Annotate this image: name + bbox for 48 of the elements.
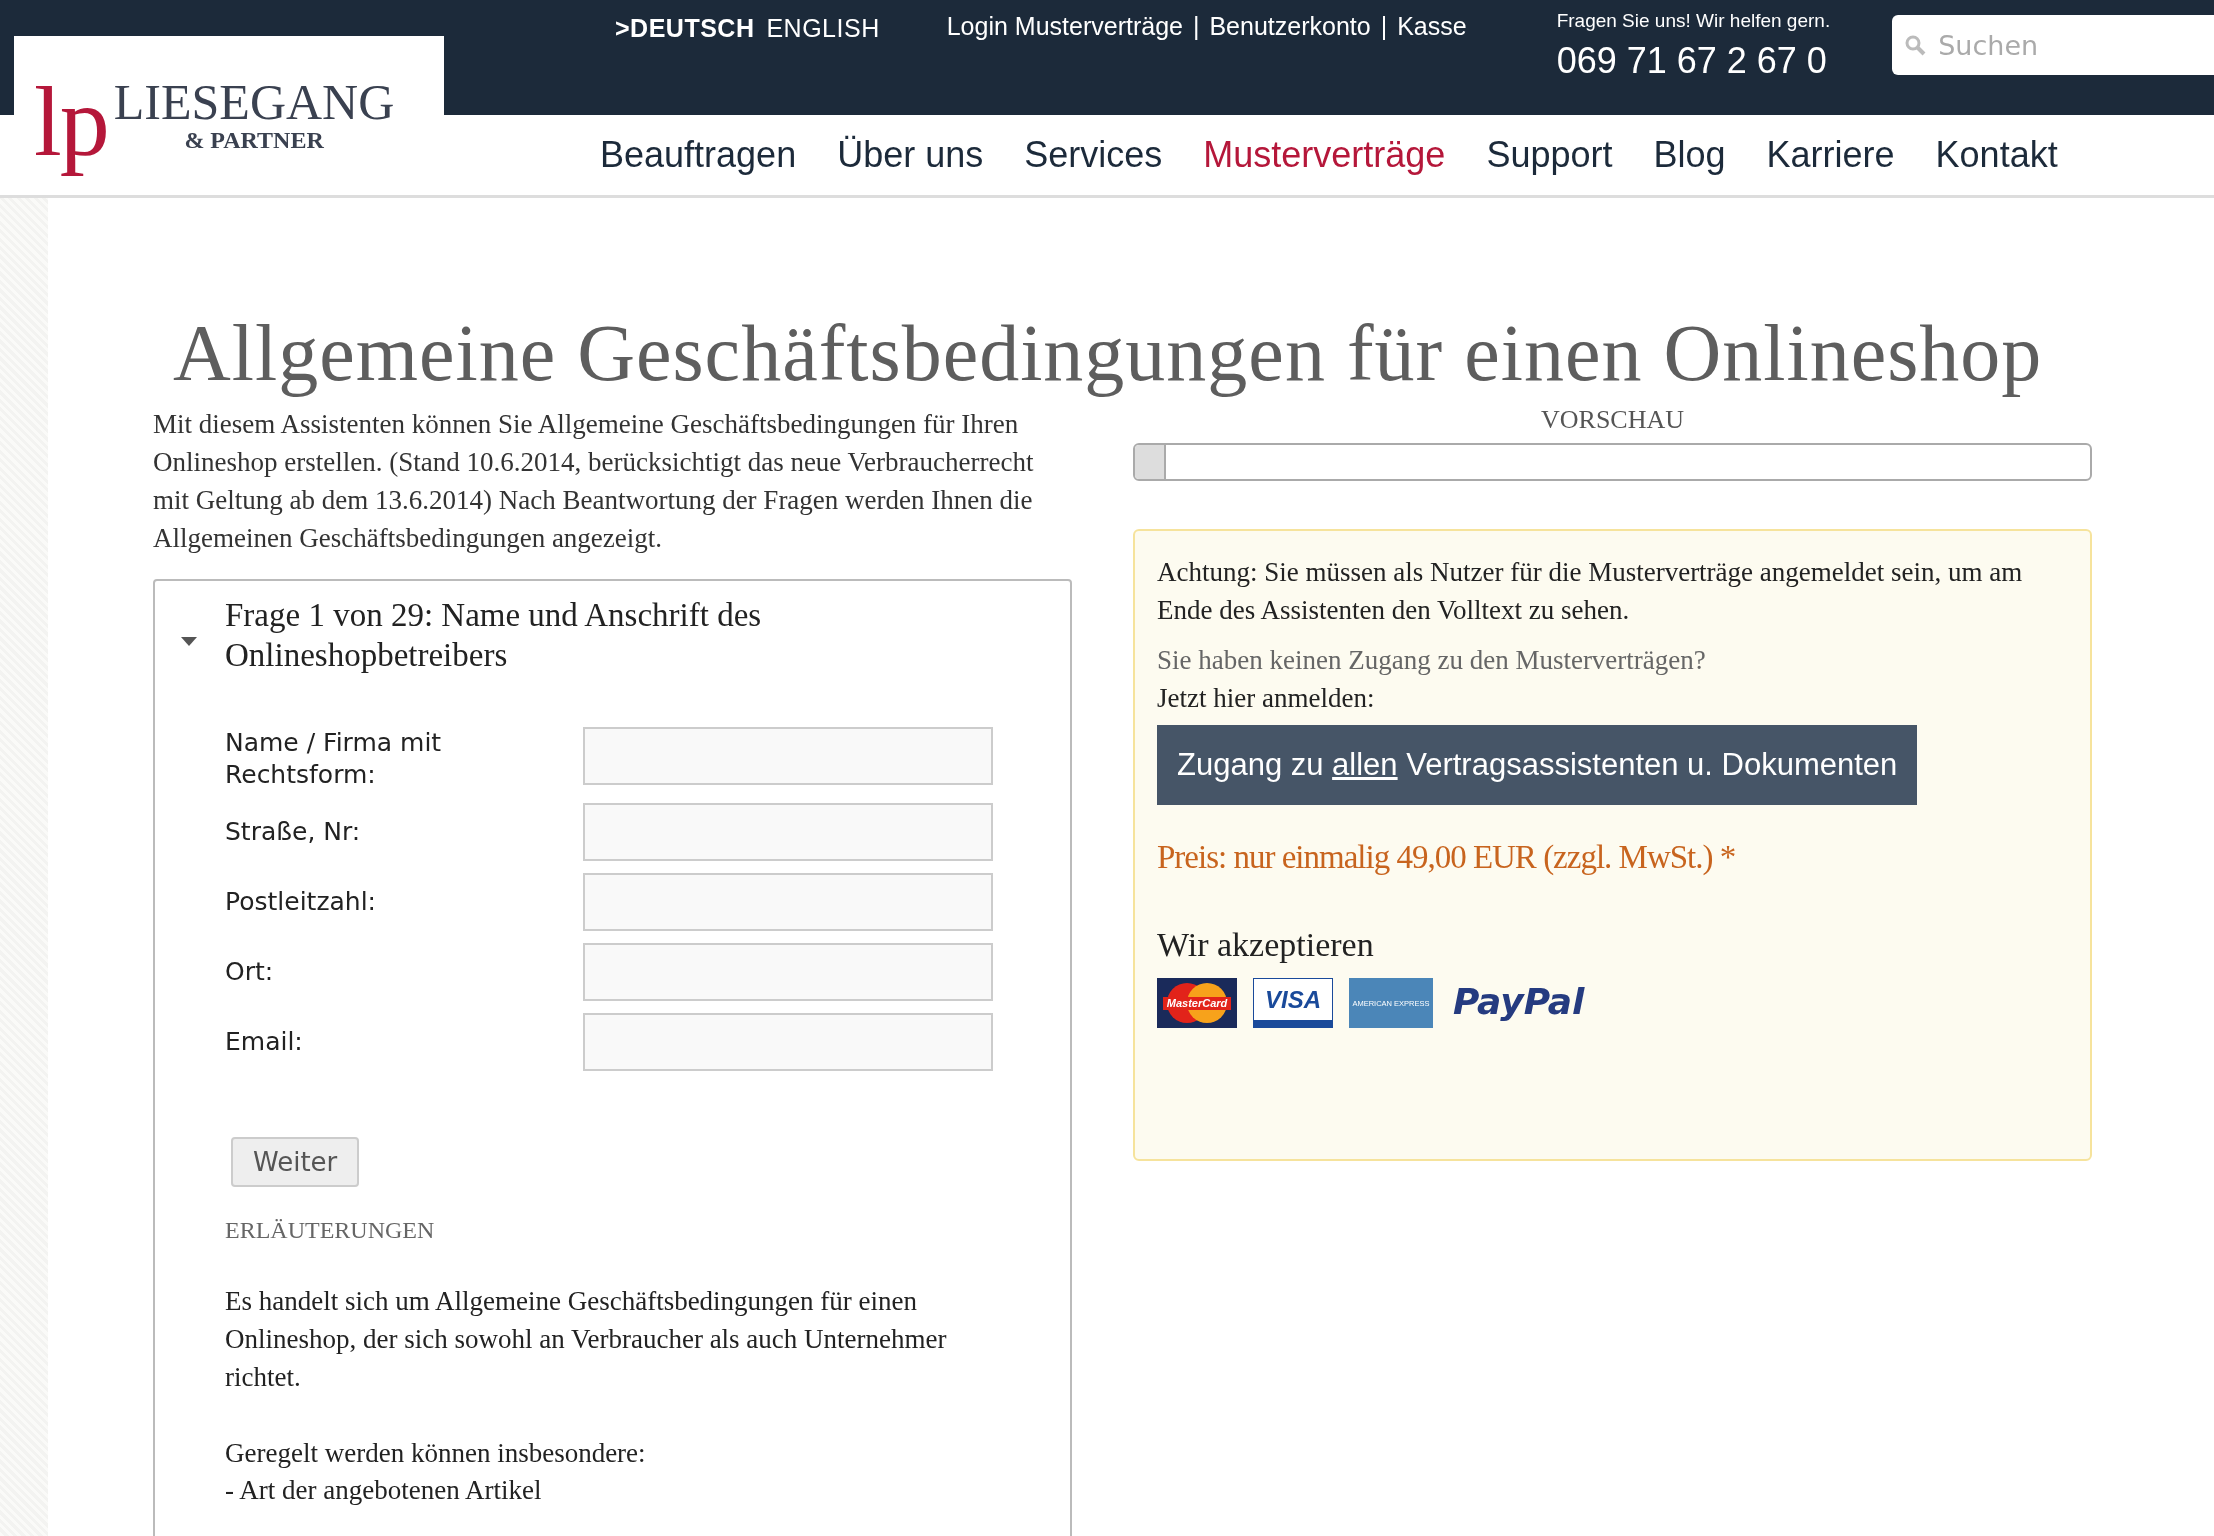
search-icon [1904, 34, 1927, 56]
field-label: Postleitzahl: [225, 886, 378, 918]
section-heading: ERLÄUTERUNGEN [225, 1217, 436, 1244]
next-button[interactable]: Weiter [231, 1137, 360, 1187]
input-field[interactable] [583, 943, 993, 1001]
nav-link[interactable]: Musterverträge [1203, 134, 1446, 176]
input-field[interactable] [583, 873, 993, 931]
nav-link[interactable]: Über uns [837, 134, 984, 176]
language-link[interactable]: ENGLISH [766, 14, 880, 115]
language-link[interactable]: >DEUTSCH [615, 14, 755, 115]
nav-link[interactable]: Kontakt [1935, 134, 2058, 176]
link-separator: | [1192, 12, 1200, 42]
explanation-text: Geregelt werden können insbesondere: [225, 1437, 647, 1470]
account-link[interactable]: Login Musterverträge [946, 12, 1183, 115]
caret-icon[interactable] [181, 637, 197, 647]
accept-heading: Wir akzeptieren [1157, 926, 1375, 964]
payment-logo: MasterCard [1157, 978, 1237, 1028]
field-label: Name / Firma mit Rechtsform: [225, 727, 443, 791]
search-field[interactable]: Suchen [1892, 15, 2214, 75]
intro-text: Mit diesem Assistenten können Sie Allgemeine Geschäftsbedingungen für Ihren Onlineshop erstellen. (Stand 10.6.2014, berücksichtigt das neue Verbraucherrecht mit Geltung ab dem 13.6.2014) Nach Beantwortung der Fragen werden Ihnen die Allgemeinen Geschäftsbedingungen angezeigt. [153, 408, 1035, 555]
list-item: - Art der angebotenen Artikel [225, 1474, 543, 1507]
warning-text: Achtung: Sie müssen als Nutzer für die Musterverträge angemeldet sein, um am Ende des Assistenten den Volltext zu sehen. [1157, 556, 2024, 627]
input-field[interactable] [583, 1013, 993, 1071]
nav-link[interactable]: Support [1486, 134, 1613, 176]
input-field[interactable] [583, 803, 993, 861]
preview-label: VORSCHAU [1540, 405, 1685, 435]
nav-link[interactable]: Karriere [1766, 134, 1895, 176]
explanation-text: Es handelt sich um Allgemeine Geschäftsbedingungen für einen Onlineshop, der sich sowohl an Verbraucher als auch Unternehmer richtet. [225, 1285, 948, 1394]
phone-number: 069 71 67 2 67 0 [1556, 40, 1828, 82]
field-label: Email: [225, 1026, 304, 1058]
link-separator: | [1380, 12, 1388, 42]
field-label: Ort: [225, 956, 275, 988]
nav-link[interactable]: Beauftragen [600, 134, 797, 176]
nav-link[interactable]: Blog [1653, 134, 1726, 176]
question-title[interactable]: Frage 1 von 29: Name und Anschrift des Onlineshopbetreibers [225, 595, 865, 675]
nav-link[interactable]: Services [1024, 134, 1163, 176]
page-title: Allgemeine Geschäftsbedingungen für einen Onlineshop [173, 308, 2044, 399]
payment-logo: PayPal [1449, 978, 1585, 1028]
field-label: Straße, Nr: [225, 816, 362, 848]
question-text: Sie haben keinen Zugang zu den Musterverträgen? [1157, 644, 1707, 677]
account-link[interactable]: Kasse [1397, 12, 1467, 115]
payment-logo: VISA [1253, 978, 1333, 1028]
account-link[interactable]: Benutzerkonto [1209, 12, 1371, 115]
input-field[interactable] [583, 727, 993, 785]
price-text: Preis: nur einmalig 49,00 EUR (zzgl. MwSt.) * [1157, 839, 1737, 876]
access-button[interactable]: Zugang zu allen Vertragsassistenten u. Dokumenten [1157, 725, 1918, 805]
prompt-text: Jetzt hier anmelden: [1157, 682, 1376, 715]
help-text: Fragen Sie uns! Wir helfen gern. [1556, 10, 1831, 32]
